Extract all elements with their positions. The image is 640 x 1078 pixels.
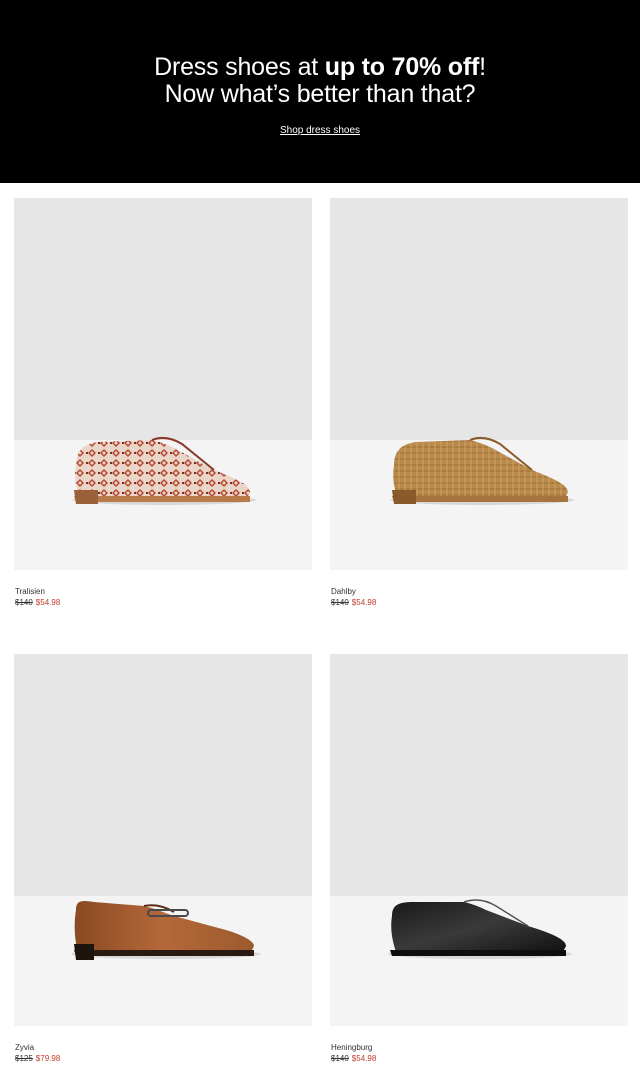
headline-line-1: Dress shoes at up to 70% off! [0,53,640,81]
velvet-loafer-icon [388,899,572,959]
patterned-loafer-icon [72,436,256,505]
sale-price: $79.98 [35,1054,61,1063]
headline-discount: up to 70% off [324,53,480,81]
woven-loafer-icon [390,436,574,505]
product-name[interactable]: Tralisien [15,587,45,597]
promo-banner: Dress shoes at up to 70% off! Now what’s… [0,0,640,183]
product-prices: $140 $54.98 [331,598,376,608]
original-price: $140 [331,598,349,607]
product-name[interactable]: Zyvia [15,1043,34,1053]
product-image[interactable] [14,198,312,570]
product-image[interactable] [330,654,628,1026]
product-name[interactable]: Dahlby [331,587,356,597]
original-price: $140 [15,598,33,607]
shop-dress-shoes-link[interactable]: Shop dress shoes [0,125,640,136]
headline-line-2: Now what’s better than that? [164,80,476,108]
original-price: $125 [15,1054,33,1063]
product-prices: $140 $54.98 [331,1054,376,1064]
product-image[interactable] [14,654,312,1026]
sale-price: $54.98 [351,598,377,607]
bit-loafer-icon [71,900,261,960]
sale-price: $54.98 [351,1054,377,1063]
sale-price: $54.98 [35,598,61,607]
product-image[interactable] [330,198,628,570]
headline-punctuation: ! [479,53,486,81]
product-prices: $140 $54.98 [15,598,60,608]
original-price: $140 [331,1054,349,1063]
product-prices: $125 $79.98 [15,1054,60,1064]
headline-text: Dress shoes at [154,53,325,81]
product-name[interactable]: Heningburg [331,1043,372,1053]
